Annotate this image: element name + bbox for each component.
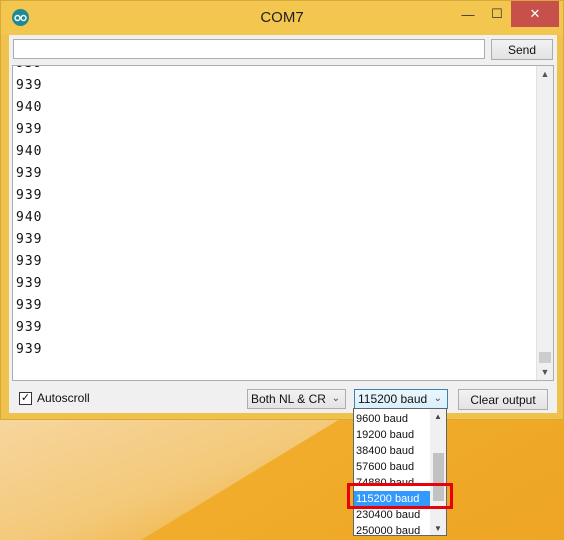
baud-option[interactable]: 38400 baud (354, 443, 431, 459)
output-line: 939 (16, 342, 43, 357)
send-button[interactable]: Send (491, 39, 553, 60)
baud-option[interactable]: 57600 baud (354, 459, 431, 475)
output-scrollbar[interactable]: ▲ ▼ (536, 66, 553, 380)
autoscroll-control[interactable]: ✓ Autoscroll (19, 391, 90, 405)
scroll-up-arrow-icon[interactable]: ▲ (537, 66, 553, 82)
output-line: 940 (16, 210, 43, 225)
autoscroll-checkbox[interactable]: ✓ (19, 391, 32, 405)
baud-option[interactable]: 19200 baud (354, 427, 431, 443)
baud-options: 9600 baud 19200 baud 38400 baud 57600 baud 7… (354, 411, 431, 535)
scrollbar-thumb[interactable] (539, 352, 551, 363)
baud-option[interactable]: 250000 baud (354, 523, 431, 535)
close-icon: ✕ (529, 6, 541, 21)
output-line: 939 (16, 320, 43, 335)
output-line: 939 (16, 188, 43, 203)
output-line: 939 (16, 166, 43, 181)
desktop-background (0, 420, 339, 540)
clear-output-button[interactable]: Clear output (458, 389, 548, 410)
baud-rate-dropdown-list[interactable]: 9600 baud 19200 baud 38400 baud 57600 baud 7… (353, 408, 447, 536)
dropdown-scrollbar[interactable]: ▲ ▼ (430, 409, 446, 535)
output-line: 939 (16, 66, 42, 75)
serial-monitor-window: COM7 — ☐ ✕ Send 939 939 940 939 940 939 939 940… (0, 0, 564, 420)
scroll-down-arrow-icon[interactable]: ▼ (537, 364, 553, 380)
minimize-button[interactable]: — (455, 1, 481, 27)
maximize-icon: ☐ (491, 6, 503, 21)
baud-rate-select[interactable]: 115200 baud ⌄ (354, 389, 448, 409)
output-line: 939 (16, 298, 43, 313)
message-input[interactable] (13, 39, 485, 59)
scroll-up-arrow-icon[interactable]: ▲ (430, 409, 446, 423)
output-line: 939 (16, 276, 43, 291)
scroll-down-arrow-icon[interactable]: ▼ (430, 521, 446, 535)
serial-monitor-body: Send 93993994093994093993994093993993993… (9, 35, 557, 413)
minimize-icon: — (461, 6, 475, 22)
close-button[interactable]: ✕ (511, 1, 559, 27)
baud-option[interactable]: 230400 baud (354, 507, 431, 523)
chevron-down-icon: ⌄ (433, 393, 442, 404)
output-line: 940 (16, 144, 43, 159)
output-line: 939 (16, 78, 43, 93)
output-lines: 939 939 940 939 940 939 939 940 939 939 939 939 939 9… (16, 66, 43, 361)
line-ending-value: Both NL & CR (251, 392, 326, 406)
baud-option[interactable]: 9600 baud (354, 411, 431, 427)
baud-rate-value: 115200 baud (358, 392, 428, 406)
output-line: 939 (16, 232, 43, 247)
title-bar[interactable]: COM7 — ☐ ✕ (1, 1, 563, 35)
output-line: 939 (16, 122, 43, 137)
chevron-down-icon: ⌄ (331, 393, 340, 404)
checkmark-icon: ✓ (20, 391, 31, 404)
bottom-toolbar: ✓ Autoscroll Both NL & CR ⌄ 115200 baud … (9, 387, 557, 410)
maximize-button[interactable]: ☐ (484, 1, 510, 27)
output-line: 940 (16, 100, 43, 115)
serial-output[interactable]: 939 939 940 939 940 939 939 940 939 939 939 939 939 9… (12, 65, 554, 381)
annotation-highlight-box (347, 483, 453, 509)
autoscroll-label: Autoscroll (37, 391, 90, 405)
line-ending-select[interactable]: Both NL & CR ⌄ (247, 389, 346, 409)
output-line: 939 (16, 254, 43, 269)
